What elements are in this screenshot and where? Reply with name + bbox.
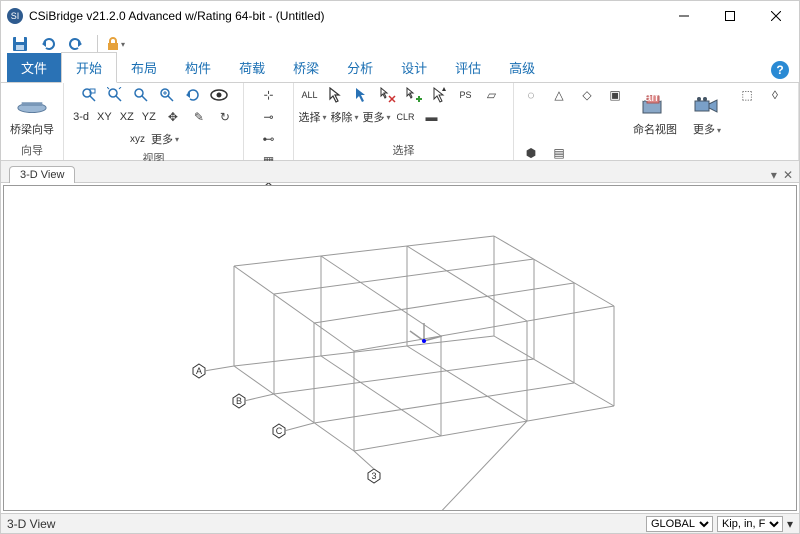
tab-advanced[interactable]: 高级 [495, 53, 549, 82]
minimize-button[interactable] [661, 1, 707, 31]
disp-6-icon[interactable]: ◊ [764, 85, 786, 105]
pencil-icon[interactable]: ✎ [188, 107, 210, 127]
status-coords-select[interactable]: GLOBAL [646, 516, 713, 532]
pointer-up-icon[interactable] [429, 85, 451, 105]
pan-icon[interactable]: ✥ [162, 107, 184, 127]
status-bar: 3-D View GLOBAL Kip, in, F ▾ [1, 513, 799, 533]
grid-label-c: C [276, 426, 283, 436]
disp-cube-icon[interactable]: ▣ [604, 85, 626, 105]
tab-bridge[interactable]: 桥梁 [279, 53, 333, 82]
title-bar: SI CSiBridge v21.2.0 Advanced w/Rating 6… [1, 1, 799, 31]
bridge-wizard-button[interactable]: 桥梁向导 [7, 85, 57, 141]
grid-label-a: A [196, 366, 202, 376]
snap-point-icon[interactable]: ⊹ [258, 85, 280, 105]
tab-file[interactable]: 文件 [7, 53, 61, 82]
status-dropdown-icon[interactable]: ▾ [787, 517, 793, 531]
disp-3-icon[interactable]: ◇ [576, 85, 598, 105]
disp-2-icon[interactable]: △ [548, 85, 570, 105]
ribbon-tabs: 文件 开始 布局 构件 荷载 桥梁 分析 设计 评估 高级 ? [1, 57, 799, 83]
named-view-icon: name [639, 90, 671, 122]
view-more-button[interactable]: 更多 [151, 129, 179, 149]
pointer-icon[interactable] [325, 85, 347, 105]
tab-design[interactable]: 设计 [387, 53, 441, 82]
tab-start[interactable]: 开始 [61, 52, 117, 83]
help-icon[interactable]: ? [771, 61, 789, 79]
model-canvas[interactable]: A B C 3 1 [3, 185, 797, 511]
tab-rating[interactable]: 评估 [441, 53, 495, 82]
grid-label-b: B [236, 396, 242, 406]
pointer-x-icon[interactable] [377, 85, 399, 105]
close-button[interactable] [753, 1, 799, 31]
view-xy-button[interactable]: XY [95, 107, 114, 127]
ribbon: 桥梁向导 向导 3-d XY XZ YZ ✥ ✎ ↻ xyz 更多 视图 ⊹ ⊸ [1, 83, 799, 161]
maximize-button[interactable] [707, 1, 753, 31]
disp-8-icon[interactable]: ▤ [548, 143, 570, 163]
wireframe-model: A B C 3 1 [124, 216, 644, 511]
tab-layout[interactable]: 布局 [117, 53, 171, 82]
select-poly-icon[interactable]: ▱ [481, 85, 503, 105]
tab-analysis[interactable]: 分析 [333, 53, 387, 82]
deselect-dropdown[interactable]: 移除 [331, 107, 359, 127]
zoom-window-icon[interactable] [78, 85, 100, 105]
snap-mid-icon[interactable]: ⊸ [258, 107, 280, 127]
camera-more-button[interactable]: 更多 [684, 85, 730, 141]
grid-label-3: 3 [371, 471, 376, 481]
select-ps-button[interactable]: PS [455, 85, 477, 105]
refresh-icon[interactable] [182, 85, 204, 105]
eye-icon[interactable] [208, 85, 230, 105]
zoom-extents-icon[interactable] [104, 85, 126, 105]
group-view: 3-d XY XZ YZ ✥ ✎ ↻ xyz 更多 视图 [64, 83, 244, 160]
status-view-label: 3-D View [7, 517, 55, 531]
named-view-label: 命名视图 [633, 124, 677, 136]
view-xz-button[interactable]: XZ [118, 107, 136, 127]
tab-load[interactable]: 荷载 [225, 53, 279, 82]
select-dropdown[interactable]: 选择 [299, 107, 327, 127]
rotate-icon[interactable]: ↻ [214, 107, 236, 127]
qat-separator [97, 35, 98, 53]
status-units-select[interactable]: Kip, in, F [717, 516, 783, 532]
group-wizard-label: 向导 [21, 141, 43, 160]
group-select: ALL PS ▱ 选择 移除 更多 CLR ▬ 选择 [294, 83, 514, 160]
undo-icon[interactable] [37, 33, 59, 55]
svg-text:name: name [641, 95, 668, 104]
camera-more-label: 更多 [693, 124, 721, 136]
pointer-plus-icon[interactable] [403, 85, 425, 105]
group-snap: ⊹ ⊸ ⊷ ▦ ✕ ⊥ 捕捉 [244, 83, 294, 160]
select-clr-button[interactable]: CLR [395, 107, 417, 127]
view-pin-icon[interactable]: ▾ [771, 168, 777, 182]
view-tab-bar: 3-D View ▾ ✕ [1, 161, 799, 183]
zoom-prev-icon[interactable] [130, 85, 152, 105]
camera-icon [691, 90, 723, 122]
disp-5-icon[interactable]: ⬚ [736, 85, 758, 105]
select-more-button[interactable]: 更多 [363, 107, 391, 127]
group-display: ◌ △ ◇ ▣ name 命名视图 更多 ⬚ ◊ ⬢ ▤ ▦ ◎ ⇔ ▥ 显示 [514, 83, 799, 160]
select-all-button[interactable]: ALL [299, 85, 321, 105]
group-select-label: 选择 [393, 141, 415, 160]
group-wizard: 桥梁向导 向导 [1, 83, 64, 160]
window-title: CSiBridge v21.2.0 Advanced w/Rating 64-b… [29, 9, 661, 23]
app-icon: SI [7, 8, 23, 24]
named-view-button[interactable]: name 命名视图 [632, 85, 678, 141]
pointer-blue-icon[interactable] [351, 85, 373, 105]
bridge-wizard-icon [16, 90, 48, 122]
disp-7-icon[interactable]: ⬢ [520, 143, 542, 163]
select-line-icon[interactable]: ▬ [421, 107, 443, 127]
bridge-wizard-label: 桥梁向导 [10, 124, 54, 136]
view-xyz-button[interactable]: xyz [128, 129, 147, 149]
view-yz-button[interactable]: YZ [140, 107, 158, 127]
view-close-icon[interactable]: ✕ [783, 168, 793, 182]
disp-1-icon[interactable]: ◌ [520, 85, 542, 105]
save-icon[interactable] [9, 33, 31, 55]
snap-end-icon[interactable]: ⊷ [258, 129, 280, 149]
zoom-in-icon[interactable] [156, 85, 178, 105]
view-tab-3d[interactable]: 3-D View [9, 166, 75, 183]
tab-component[interactable]: 构件 [171, 53, 225, 82]
view-3d-button[interactable]: 3-d [71, 107, 91, 127]
